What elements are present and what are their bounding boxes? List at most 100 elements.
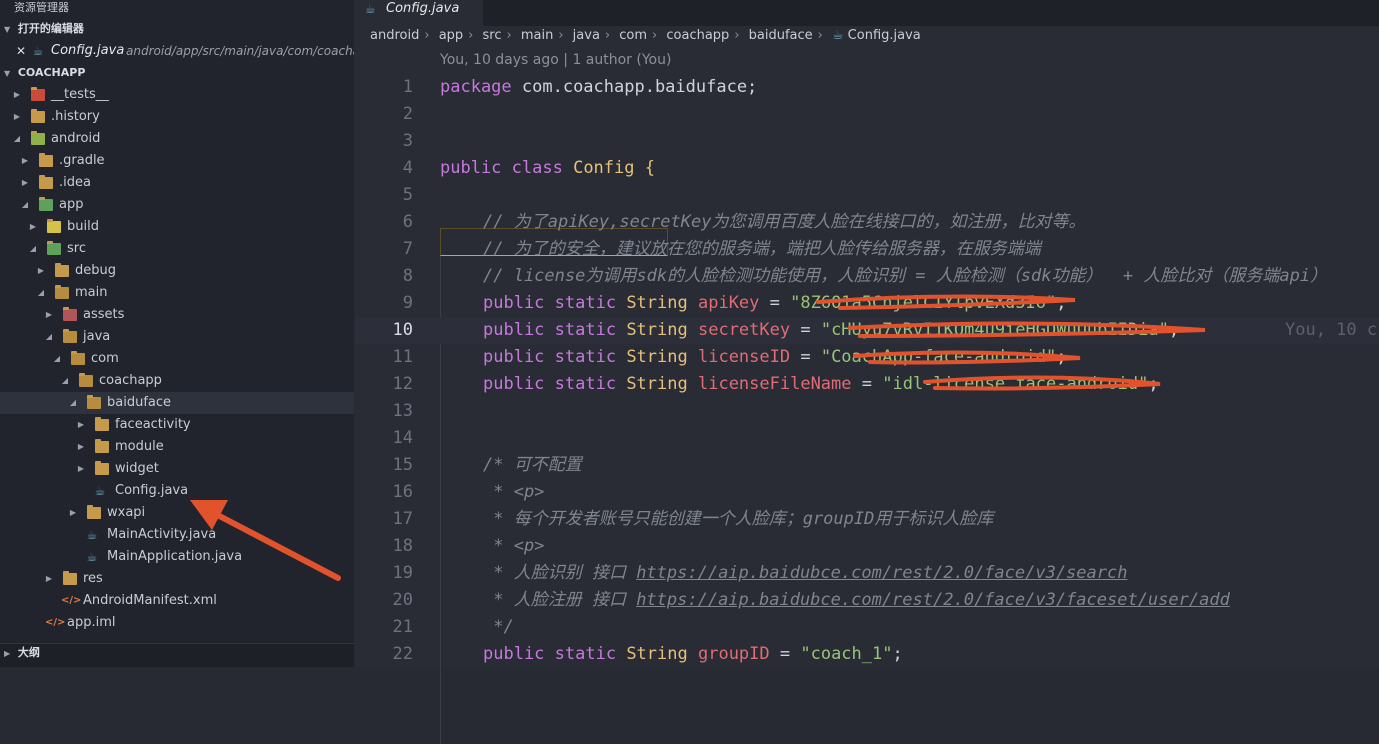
chevron-right-icon: › <box>506 28 512 43</box>
tree-item-gradle[interactable]: ▶ .gradle <box>0 150 354 172</box>
tree-item-appiml[interactable]: </> app.iml <box>0 612 354 634</box>
folder-icon <box>31 109 45 123</box>
breadcrumb-item[interactable]: coachapp <box>666 28 729 43</box>
breadcrumb-item[interactable]: baiduface <box>749 28 813 43</box>
tree-item-app[interactable]: ◢ app <box>0 194 354 216</box>
chevron-right-icon: › <box>604 28 611 43</box>
folder-open-icon <box>79 373 93 387</box>
tree-item-mainapplication[interactable]: ☕ MainApplication.java <box>0 546 354 568</box>
chevron-right-icon: ▶ <box>13 90 21 99</box>
tree-item-assets[interactable]: ▶ assets <box>0 304 354 326</box>
chevron-right-icon: ▶ <box>77 442 85 451</box>
tree-item-idea[interactable]: ▶ .idea <box>0 172 354 194</box>
tree-item-src[interactable]: ◢ src <box>0 238 354 260</box>
tree-item-debug[interactable]: ▶ debug <box>0 260 354 282</box>
breadcrumb-item[interactable]: java <box>573 28 600 43</box>
java-file-icon: ☕ <box>32 44 44 58</box>
tab-config-java[interactable]: ☕ Config.java <box>355 0 483 26</box>
tree-item-manifest[interactable]: </> AndroidManifest.xml <box>0 590 354 612</box>
outline-label: 大纲 <box>17 646 40 659</box>
code-line: 4 public class Config { <box>402 158 655 178</box>
chevron-right-icon: ▶ <box>4 649 11 658</box>
breadcrumb-item[interactable]: Config.java <box>848 28 921 43</box>
tree-item-history[interactable]: ▶ .history <box>0 106 354 128</box>
folder-open-icon <box>63 329 77 343</box>
tree-item-build[interactable]: ▶ build <box>0 216 354 238</box>
chevron-down-icon: ◢ <box>69 398 77 407</box>
tree-item-faceactivity[interactable]: ▶ faceactivity <box>0 414 354 436</box>
code-line: 5 <box>402 185 413 205</box>
close-icon[interactable]: ✕ <box>16 40 26 62</box>
code-line: 1 package com.coachapp.baiduface; <box>402 77 758 97</box>
folder-icon <box>95 439 109 453</box>
build-folder-icon <box>47 219 61 233</box>
java-file-icon: ☕ <box>365 2 376 16</box>
code-editor[interactable]: ☕ Config.java android › app › src › main › j… <box>355 0 1379 744</box>
open-editor-item[interactable]: ✕ ☕ Config.java android/app/src/main/jav… <box>0 40 354 62</box>
code-line-current: 10 public static String secretKey = "cHUy… <box>355 317 1379 344</box>
chevron-right-icon: ▶ <box>45 310 53 319</box>
chevron-right-icon: ▶ <box>21 178 29 187</box>
android-folder-icon <box>31 131 45 145</box>
chevron-right-icon: ▶ <box>13 112 21 121</box>
tree-item-config[interactable]: ☕ Config.java <box>0 480 354 502</box>
chevron-right-icon: ▶ <box>77 420 85 429</box>
tree-item-android[interactable]: ◢ android <box>0 128 354 150</box>
doc-link[interactable]: https://aip.baidubce.com/rest/2.0/face/v… <box>636 590 1230 610</box>
code-line: 9 public static String apiKey = "8Z6O1a5C… <box>402 293 1067 313</box>
tab-bar: ☕ Config.java <box>355 0 1379 26</box>
folder-open-icon <box>55 285 69 299</box>
code-line: 19 * 人脸识别 接口 https://aip.baidubce.com/re… <box>392 563 1128 583</box>
folder-icon <box>39 153 53 167</box>
tree-item-wxapi[interactable]: ▶ wxapi <box>0 502 354 524</box>
tree-item-baiduface[interactable]: ◢ baiduface <box>0 392 354 414</box>
code-line: 20 * 人脸注册 接口 https://aip.baidubce.com/re… <box>392 590 1230 610</box>
codelens-blame[interactable]: You, 10 days ago | 1 author (You) <box>440 52 671 68</box>
tree-item-com[interactable]: ◢ com <box>0 348 354 370</box>
chevron-right-icon: ▶ <box>45 574 53 583</box>
chevron-down-icon: ◢ <box>37 288 45 297</box>
chevron-right-icon: › <box>468 28 474 43</box>
code-line: 17 * 每个开发者账号只能创建一个人脸库；groupID用于标识人脸库 <box>392 509 994 529</box>
chevron-right-icon: › <box>424 28 430 43</box>
tree-item-main[interactable]: ◢ main <box>0 282 354 304</box>
code-line: 18 * <p> <box>392 536 545 556</box>
tree-item-mainactivity[interactable]: ☕ MainActivity.java <box>0 524 354 546</box>
open-editor-path: android/app/src/main/java/com/coacha... <box>126 44 354 58</box>
java-file-icon: ☕ <box>832 28 844 43</box>
breadcrumb-item[interactable]: com <box>619 28 647 43</box>
code-line: 12 public static String licenseFileName =… <box>392 374 1159 394</box>
code-line: 15/* 可不配置 <box>392 455 582 475</box>
breadcrumb-item[interactable]: src <box>483 28 502 43</box>
code-line: 2 <box>402 104 413 124</box>
java-file-icon: ☕ <box>86 550 98 564</box>
breadcrumb-item[interactable]: app <box>439 28 463 43</box>
code-line: 16 * <p> <box>392 482 545 502</box>
chevron-right-icon: ▶ <box>77 464 85 473</box>
tree-item-tests[interactable]: ▶ __tests__ <box>0 84 354 106</box>
tree-item-res[interactable]: ▶ res <box>0 568 354 590</box>
chevron-right-icon: › <box>734 28 740 43</box>
tree-item-java[interactable]: ◢ java <box>0 326 354 348</box>
breadcrumb-item[interactable]: android <box>370 28 419 43</box>
tree-item-module[interactable]: ▶ module <box>0 436 354 458</box>
chevron-down-icon: ▼ <box>4 69 11 78</box>
tree-item-coachapp[interactable]: ◢ coachapp <box>0 370 354 392</box>
folder-icon <box>31 87 45 101</box>
code-line: 13 <box>392 401 413 421</box>
project-section[interactable]: ▼ COACHAPP <box>0 62 354 84</box>
java-file-icon: ☕ <box>86 528 98 542</box>
breadcrumb: android › app › src › main › java › com › coac… <box>370 28 921 43</box>
open-editors-section[interactable]: ▼ 打开的编辑器 <box>0 18 354 40</box>
app-folder-icon <box>39 197 53 211</box>
code-line: 3 <box>402 131 413 151</box>
folder-icon <box>39 175 53 189</box>
chevron-right-icon: ▶ <box>29 222 37 231</box>
tree-item-widget[interactable]: ▶ widget <box>0 458 354 480</box>
doc-link[interactable]: https://aip.baidubce.com/rest/2.0/face/v… <box>636 563 1127 583</box>
outline-section[interactable]: ▶ 大纲 <box>0 643 354 667</box>
chevron-down-icon: ◢ <box>45 332 53 341</box>
code-line: 22 public static String groupID = "coach_… <box>392 644 903 664</box>
breadcrumb-item[interactable]: main <box>521 28 553 43</box>
code-line: 21 */ <box>392 617 514 637</box>
